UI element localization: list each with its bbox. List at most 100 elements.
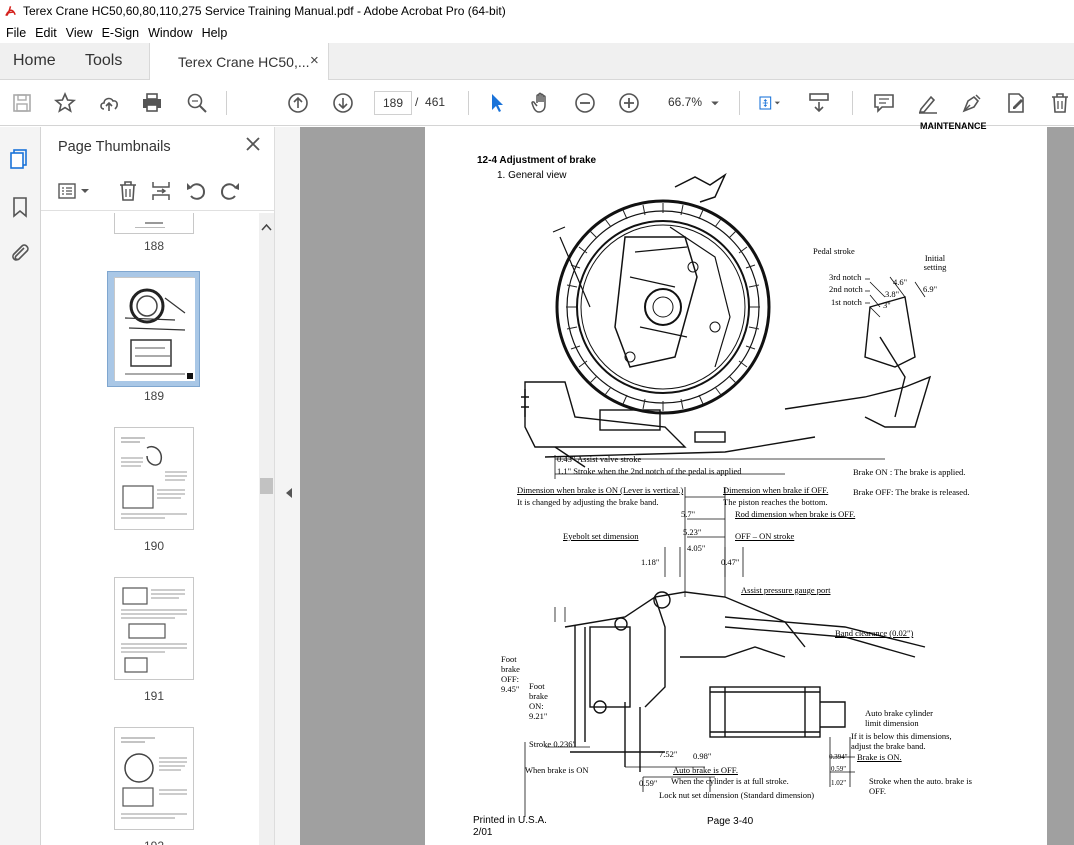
options-menu-icon[interactable] bbox=[57, 179, 91, 203]
arrow-down-circle-icon bbox=[333, 93, 353, 113]
toolbar-separator bbox=[226, 91, 227, 115]
plus-circle-icon bbox=[619, 93, 639, 113]
label-pedal-stroke: Pedal stroke bbox=[813, 246, 855, 256]
label-dim-brake-off: Dimension when brake if OFF. bbox=[723, 485, 829, 495]
toolbar-separator bbox=[852, 91, 853, 115]
tab-tools[interactable]: Tools bbox=[85, 52, 122, 70]
edit-pdf-button[interactable] bbox=[1003, 90, 1029, 116]
cursor-arrow-icon bbox=[492, 94, 503, 112]
find-button[interactable] bbox=[184, 90, 210, 116]
zoom-dropdown-button[interactable] bbox=[706, 90, 724, 116]
scroll-mode-icon bbox=[809, 93, 829, 113]
upload-button[interactable] bbox=[96, 90, 122, 116]
tab-close-icon[interactable]: × bbox=[310, 52, 319, 69]
comment-button[interactable] bbox=[871, 90, 897, 116]
page-number-input[interactable]: 189 bbox=[374, 91, 412, 115]
select-tool-button[interactable] bbox=[484, 90, 510, 116]
zoom-in-button[interactable] bbox=[616, 90, 642, 116]
pdf-page: MAINTENANCE 12-4 Adjustment of brake 1. … bbox=[425, 121, 1047, 845]
thumbnail-label: 188 bbox=[143, 239, 165, 253]
minus-circle-icon bbox=[575, 93, 595, 113]
fit-page-button[interactable] bbox=[752, 90, 788, 116]
thumbnail-preview bbox=[121, 587, 187, 673]
page-thumbnails-icon[interactable] bbox=[8, 147, 32, 171]
label-0-394: 0.394" bbox=[829, 753, 848, 761]
zoom-out-button[interactable] bbox=[572, 90, 598, 116]
label-stroke-2nd-notch: 1.1" Stroke when the 2nd notch of the pe… bbox=[557, 466, 742, 476]
thumbnail-preview bbox=[135, 222, 165, 228]
zoom-level-input[interactable]: 66.7% bbox=[668, 95, 702, 109]
hand-tool-button[interactable] bbox=[528, 90, 554, 116]
thumbnail-preview bbox=[115, 278, 195, 381]
label-when-brake-on: When brake is ON bbox=[525, 765, 589, 775]
next-page-button[interactable] bbox=[330, 90, 356, 116]
highlighter-pen-icon bbox=[918, 95, 937, 114]
menu-bar: File Edit View E-Sign Window Help bbox=[0, 22, 1074, 43]
attachments-icon[interactable] bbox=[8, 241, 32, 265]
label-7-52: 7.52" bbox=[659, 749, 678, 759]
tab-home[interactable]: Home bbox=[13, 52, 56, 70]
menu-window[interactable]: Window bbox=[148, 26, 192, 40]
cloud-upload-icon bbox=[100, 97, 118, 111]
print-button[interactable] bbox=[139, 90, 165, 116]
thumbnail-label: 189 bbox=[143, 389, 165, 403]
highlight-button[interactable] bbox=[915, 90, 941, 116]
scroll-mode-button[interactable] bbox=[806, 90, 832, 116]
thumbnail-label: 192 bbox=[111, 839, 197, 845]
scrollbar-thumb[interactable] bbox=[260, 478, 273, 494]
delete-button[interactable] bbox=[1047, 90, 1073, 116]
toolbar-separator bbox=[468, 91, 469, 115]
tab-document[interactable]: Terex Crane HC50,... × bbox=[149, 43, 329, 80]
label-brake-on: Brake ON : The brake is applied. bbox=[853, 467, 966, 477]
toolbar-separator bbox=[739, 91, 740, 115]
save-button[interactable] bbox=[9, 90, 35, 116]
menu-esign[interactable]: E-Sign bbox=[102, 26, 140, 40]
sign-button[interactable] bbox=[959, 90, 985, 116]
edit-document-icon bbox=[1008, 93, 1024, 113]
menu-edit[interactable]: Edit bbox=[35, 26, 57, 40]
thumbnail-page-192[interactable] bbox=[114, 727, 194, 830]
label-full-stroke: When the cylinder is at full stroke. bbox=[671, 776, 789, 786]
thumbnail-page-190[interactable] bbox=[114, 427, 194, 530]
scroll-up-icon[interactable] bbox=[261, 223, 272, 231]
label-assist-valve-stroke: 0.43" Assist valve stroke bbox=[557, 454, 642, 464]
label-0-59: 0.59" bbox=[639, 778, 658, 788]
label-1-18: 1.18" bbox=[641, 557, 660, 567]
panel-collapse-strip[interactable] bbox=[274, 127, 300, 845]
thumbnail-page-189[interactable] bbox=[114, 277, 195, 381]
insert-pages-icon[interactable] bbox=[149, 179, 173, 203]
footer-page-number: Page 3-40 bbox=[707, 816, 754, 827]
trash-icon bbox=[1052, 93, 1068, 113]
label-auto-brake-off: Auto brake is OFF. bbox=[673, 765, 738, 775]
label-2nd-notch: 2nd notch bbox=[829, 284, 863, 294]
thumbnail-preview bbox=[121, 737, 187, 819]
label-eyebolt: Eyebolt set dimension bbox=[563, 531, 639, 541]
fountain-pen-icon bbox=[962, 94, 981, 113]
thumbnail-page-188[interactable] bbox=[114, 213, 194, 234]
label-auto-brake-cylinder: Auto brake cylinder limit dimension bbox=[865, 708, 933, 728]
label-3-8: 3.8" bbox=[885, 289, 900, 299]
page-separator: / bbox=[415, 95, 419, 109]
menu-view[interactable]: View bbox=[66, 26, 93, 40]
thumbnail-label: 191 bbox=[143, 689, 165, 703]
document-viewport[interactable]: MAINTENANCE 12-4 Adjustment of brake 1. … bbox=[300, 121, 1074, 845]
arrow-up-circle-icon bbox=[288, 93, 308, 113]
label-0-59-right: 0.59" bbox=[831, 765, 847, 773]
delete-page-icon[interactable] bbox=[116, 179, 140, 203]
menu-file[interactable]: File bbox=[6, 26, 26, 40]
bookmark-star-button[interactable] bbox=[52, 90, 78, 116]
thumbnail-page-191[interactable] bbox=[114, 577, 194, 680]
collapse-arrow-icon[interactable] bbox=[285, 487, 293, 499]
label-5-7: 5.7" bbox=[681, 509, 696, 519]
label-0-98: 0.98" bbox=[693, 751, 712, 761]
close-panel-icon[interactable] bbox=[245, 136, 261, 152]
rotate-right-icon[interactable] bbox=[218, 179, 242, 203]
footer-printed: Printed in U.S.A. bbox=[473, 815, 547, 826]
thumbnail-scrollbar[interactable] bbox=[259, 213, 274, 845]
menu-help[interactable]: Help bbox=[202, 26, 228, 40]
label-6-9: 6.9" bbox=[923, 284, 938, 294]
chevron-down-icon bbox=[711, 101, 719, 106]
rotate-left-icon[interactable] bbox=[184, 179, 208, 203]
previous-page-button[interactable] bbox=[285, 90, 311, 116]
bookmarks-icon[interactable] bbox=[8, 195, 32, 219]
